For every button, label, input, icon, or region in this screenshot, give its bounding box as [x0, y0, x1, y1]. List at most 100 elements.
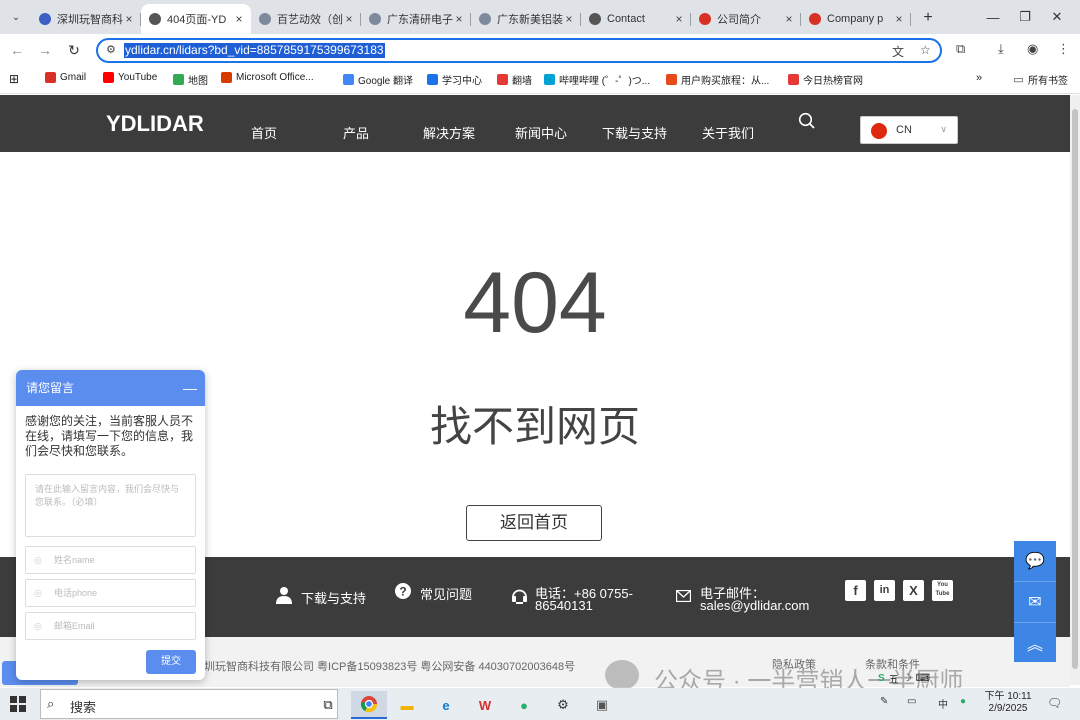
- linkedin-icon[interactable]: in: [874, 580, 895, 601]
- bookmark-item[interactable]: YouTube: [103, 72, 157, 83]
- ime-toolbar[interactable]: S 五 ☽ ⌨: [878, 670, 930, 686]
- edge-icon[interactable]: e: [428, 691, 464, 719]
- app-taskbar-icon[interactable]: ▣: [584, 691, 620, 719]
- all-bookmarks-folder[interactable]: ▭ 所有书签: [1013, 72, 1068, 87]
- site-logo[interactable]: YDLIDAR: [106, 111, 204, 137]
- chrome-taskbar-icon[interactable]: [351, 691, 387, 719]
- url-text[interactable]: ydlidar.cn/lidars?bd_vid=885785917539967…: [124, 43, 385, 58]
- task-view-icon[interactable]: ⧉: [310, 691, 346, 719]
- page-scrollbar[interactable]: [1070, 95, 1080, 685]
- language-selector[interactable]: CN ∨: [860, 116, 958, 144]
- message-textarea[interactable]: 请在此输入留言内容，我们会尽快与您联系。（必填）: [25, 474, 196, 537]
- china-flag-icon: [871, 123, 887, 139]
- name-field[interactable]: ◎ 姓名name: [25, 546, 196, 574]
- back-home-button[interactable]: 返回首页: [466, 505, 602, 541]
- tab-close-icon[interactable]: ×: [343, 12, 355, 26]
- tab-close-icon[interactable]: ×: [123, 12, 135, 26]
- bookmark-item[interactable]: 地图: [173, 72, 208, 87]
- bookmark-item[interactable]: Microsoft Office...: [221, 72, 314, 83]
- bookmark-favicon-icon: [173, 74, 184, 85]
- bookmark-item[interactable]: 用户购买旅程：从...: [666, 72, 769, 87]
- close-window-button[interactable]: ✕: [1034, 0, 1080, 34]
- site-info-icon[interactable]: ⚙: [106, 43, 116, 56]
- tab-close-icon[interactable]: ×: [563, 12, 575, 26]
- back-to-top-button[interactable]: ︽: [1014, 622, 1056, 662]
- browser-tab[interactable]: 广东清研电子 ×: [361, 6, 471, 32]
- nav-item-about[interactable]: 关于我们: [702, 123, 754, 142]
- facebook-icon[interactable]: f: [845, 580, 866, 601]
- profile-icon[interactable]: ◉: [1027, 41, 1038, 57]
- download-icon[interactable]: ⤓: [998, 41, 1004, 57]
- footer-faq-link[interactable]: 常见问题: [420, 584, 472, 603]
- wechat-taskbar-icon[interactable]: ●: [506, 691, 542, 719]
- taskbar-clock[interactable]: 下午 10:11 2/9/2025: [978, 691, 1038, 715]
- tab-close-icon[interactable]: ×: [893, 12, 905, 26]
- chat-header: 请您留言 —: [16, 370, 205, 406]
- browser-tab[interactable]: 广东新美铝装 ×: [471, 6, 581, 32]
- footer-email[interactable]: sales@ydlidar.com: [700, 598, 809, 613]
- nav-item-products[interactable]: 产品: [343, 123, 369, 142]
- email-side-button[interactable]: ✉: [1014, 581, 1056, 622]
- phone-icon: [512, 589, 527, 604]
- extensions-icon[interactable]: ⧉: [956, 41, 965, 57]
- youtube-icon[interactable]: You Tube: [932, 580, 953, 601]
- settings-gear-icon[interactable]: ⚙: [545, 691, 581, 719]
- browser-tab[interactable]: Contact ×: [581, 6, 691, 32]
- wechat-tray-icon[interactable]: ●: [960, 696, 966, 707]
- reload-button[interactable]: ↻: [64, 40, 84, 60]
- nav-item-download-support[interactable]: 下载与支持: [602, 123, 667, 142]
- bookmark-item[interactable]: Gmail: [45, 72, 86, 83]
- submit-button[interactable]: 提交: [146, 650, 196, 674]
- browser-tab[interactable]: Company p ×: [801, 6, 911, 32]
- forward-button[interactable]: →: [35, 40, 55, 60]
- bookmark-item[interactable]: 今日热榜官网: [788, 72, 863, 87]
- nav-item-news[interactable]: 新闻中心: [515, 123, 567, 142]
- notification-icon[interactable]: 🗨: [1047, 696, 1062, 710]
- tab-close-icon[interactable]: ×: [453, 12, 465, 26]
- tab-search-chevron-icon[interactable]: ⌄: [6, 7, 26, 27]
- wechat-watermark-icon: [605, 660, 639, 690]
- nav-item-solutions[interactable]: 解决方案: [423, 123, 475, 142]
- browser-tab[interactable]: 深圳玩智商科 ×: [31, 6, 141, 32]
- bookmark-item[interactable]: 哔哩哔哩 (゜-゜)つ...: [544, 72, 650, 87]
- ime-mode-indicator[interactable]: 中: [938, 696, 948, 711]
- windows-start-icon[interactable]: [10, 696, 26, 712]
- tray-overflow-icon[interactable]: ▭: [907, 696, 916, 707]
- footer-download-link[interactable]: 下载与支持: [301, 588, 366, 607]
- footer-phone-number[interactable]: 86540131: [535, 598, 593, 613]
- email-field[interactable]: ◎ 邮箱Email: [25, 612, 196, 640]
- minimize-chat-icon[interactable]: —: [183, 370, 197, 406]
- new-tab-button[interactable]: +: [917, 8, 939, 30]
- file-explorer-icon[interactable]: ▬: [389, 691, 425, 719]
- tab-favicon-icon: [809, 13, 821, 25]
- search-icon: ⌕: [47, 696, 55, 711]
- tab-close-icon[interactable]: ×: [673, 12, 685, 26]
- x-twitter-icon[interactable]: X: [903, 580, 924, 601]
- apps-grid-icon[interactable]: ⊞: [9, 72, 19, 86]
- bookmark-item[interactable]: 学习中心: [427, 72, 482, 87]
- back-button[interactable]: ←: [7, 40, 27, 60]
- pen-icon[interactable]: ✎: [880, 696, 888, 707]
- browser-tab[interactable]: 404页面-YD ×: [141, 4, 251, 34]
- tab-title: Company p: [827, 13, 884, 25]
- more-bookmarks-icon[interactable]: »: [976, 72, 982, 84]
- phone-field[interactable]: ◎ 电话phone: [25, 579, 196, 607]
- bookmark-item[interactable]: 翻墙: [497, 72, 532, 87]
- menu-kebab-icon[interactable]: ⋮: [1057, 41, 1070, 57]
- tab-favicon-icon: [39, 13, 51, 25]
- nav-item-home[interactable]: 首页: [251, 123, 277, 142]
- bookmark-item[interactable]: Google 翻译: [343, 72, 413, 87]
- wechat-side-button[interactable]: 💬: [1014, 541, 1056, 581]
- scrollbar-thumb[interactable]: [1072, 109, 1078, 669]
- browser-tab[interactable]: 公司简介 ×: [691, 6, 801, 32]
- taskbar-search-box[interactable]: ⌕ 搜索: [40, 689, 338, 719]
- translate-icon[interactable]: 文: [892, 43, 904, 60]
- wps-icon[interactable]: W: [467, 691, 503, 719]
- search-icon[interactable]: [798, 112, 816, 130]
- tab-close-icon[interactable]: ×: [233, 12, 245, 26]
- bookmark-star-icon[interactable]: ☆: [920, 43, 931, 57]
- browser-tab[interactable]: 百艺动效（创 ×: [251, 6, 361, 32]
- tab-title: Contact: [607, 13, 645, 25]
- tab-close-icon[interactable]: ×: [783, 12, 795, 26]
- address-bar[interactable]: ⚙ ydlidar.cn/lidars?bd_vid=8857859175399…: [96, 38, 942, 63]
